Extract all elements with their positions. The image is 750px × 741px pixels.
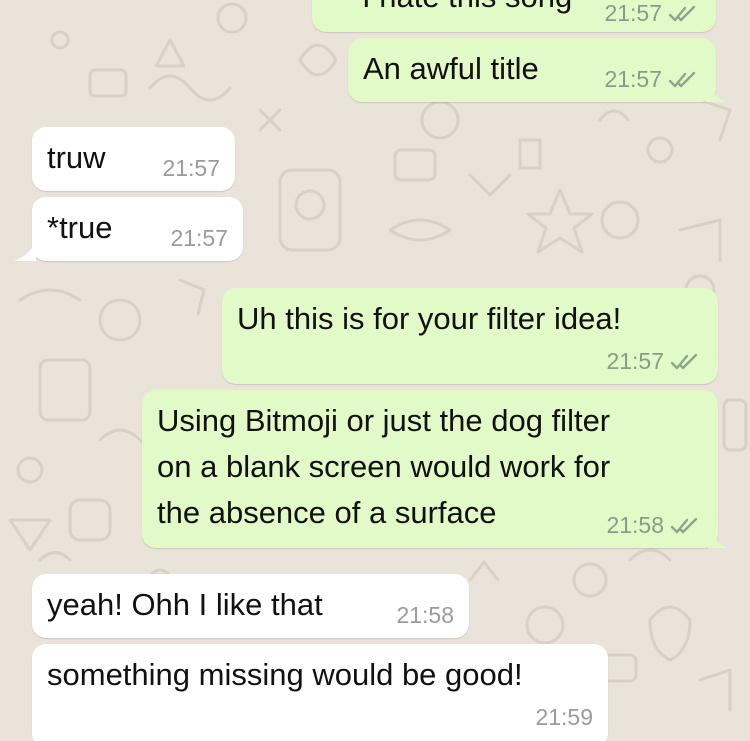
message-bubble-outgoing[interactable]: Uh this is for your filter idea! 21:57	[222, 288, 718, 384]
message-text: *true	[47, 210, 113, 245]
bubble-tail	[708, 528, 728, 548]
double-check-icon	[668, 5, 696, 21]
message-bubble-incoming[interactable]: something missing would be good! 21:59	[32, 644, 608, 741]
double-check-icon	[670, 517, 698, 533]
chat-background: I hate this song 21:57 An awful title 21…	[0, 0, 750, 741]
message-meta: 21:57	[604, 66, 698, 93]
message-text: I hate this song	[362, 0, 572, 20]
message-time: 21:59	[535, 704, 593, 730]
message-text: yeah! Ohh I like that	[47, 587, 323, 622]
message-text-line: the absence of a surface	[157, 495, 497, 530]
message-time: 21:58	[396, 602, 454, 628]
message-meta: 21:58	[606, 512, 700, 539]
message-meta: 21:59	[535, 704, 593, 731]
message-text: something missing would be good!	[47, 657, 523, 692]
message-text: An awful title	[363, 51, 539, 86]
message-time: 21:57	[170, 225, 228, 251]
message-meta: 21:58	[396, 602, 454, 629]
message-bubble-incoming[interactable]: yeah! Ohh I like that 21:58	[32, 574, 469, 638]
message-time: 21:57	[604, 66, 662, 92]
message-bubble-outgoing[interactable]: An awful title 21:57	[348, 38, 716, 102]
message-meta: 21:57	[604, 0, 698, 27]
message-bubble-outgoing[interactable]: Using Bitmoji or just the dog filter on …	[142, 390, 718, 548]
double-check-icon	[668, 71, 696, 87]
message-meta: 21:57	[162, 155, 220, 182]
message-text: truw	[47, 140, 106, 175]
message-meta: 21:57	[170, 225, 228, 252]
message-bubble-outgoing[interactable]: I hate this song 21:57	[312, 0, 716, 32]
message-time: 21:57	[162, 155, 220, 181]
message-time: 21:57	[604, 0, 662, 26]
message-text-line: on a blank screen would work for	[157, 449, 611, 484]
message-bubble-incoming[interactable]: truw 21:57	[32, 127, 235, 191]
message-text: Uh this is for your filter idea!	[237, 301, 622, 336]
message-meta: 21:57	[606, 348, 700, 375]
bubble-tail	[706, 82, 726, 102]
message-time: 21:57	[606, 348, 664, 374]
message-text-line: Using Bitmoji or just the dog filter	[157, 403, 611, 438]
double-check-icon	[670, 353, 698, 369]
bubble-tail	[14, 241, 36, 261]
message-bubble-incoming[interactable]: *true 21:57	[32, 197, 243, 261]
message-time: 21:58	[606, 512, 664, 538]
